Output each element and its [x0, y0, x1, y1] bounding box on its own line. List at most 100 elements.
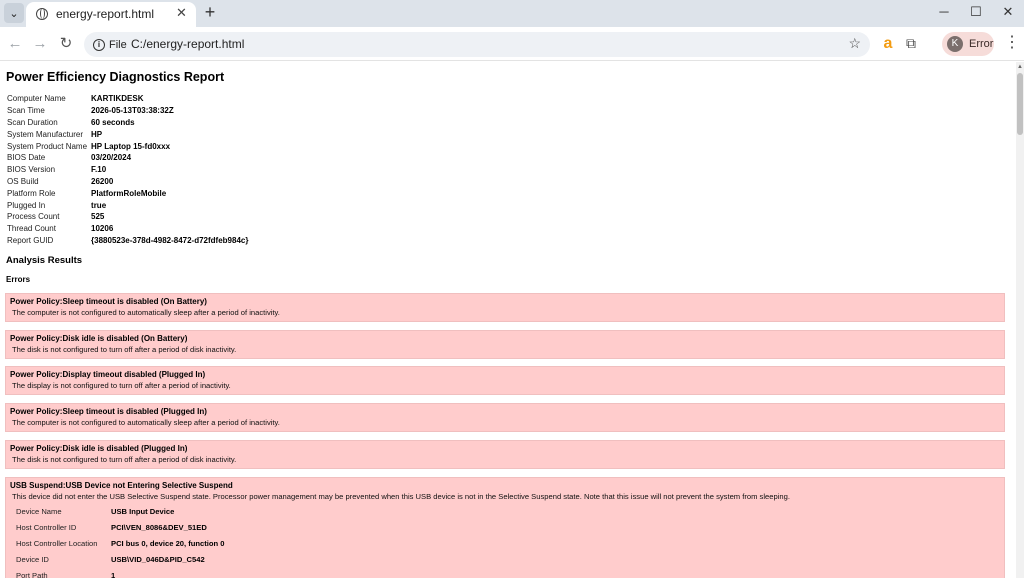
error-title: Power Policy:Sleep timeout is disabled (…: [10, 297, 207, 306]
field-label: BIOS Date: [7, 153, 46, 163]
kebab-menu-icon[interactable]: ⋮: [1004, 35, 1020, 51]
table-row: Device Name USB Input Device: [14, 503, 227, 519]
usb-device-details-table: Device Name USB Input Device Host Controll…: [14, 503, 227, 578]
scrollbar-thumb[interactable]: [1017, 73, 1023, 135]
field-value: PCI bus 0, device 20, function 0: [111, 538, 225, 548]
field-value: 2026-05-13T03:38:32Z: [91, 106, 174, 116]
tab-search-chevron-icon[interactable]: ⌄: [4, 3, 24, 23]
field-value: 26200: [91, 176, 114, 186]
error-description: The display is not configured to turn of…: [12, 381, 231, 390]
table-row: Thread Count 10206: [5, 223, 250, 235]
minimize-icon[interactable]: ─: [929, 4, 959, 19]
field-label: System Product Name: [7, 141, 88, 151]
error-description: This device did not enter the USB Select…: [12, 492, 790, 501]
table-row: System Manufacturer HP: [5, 128, 250, 140]
analysis-heading: Analysis Results: [6, 255, 83, 266]
tab-title: energy-report.html: [56, 7, 155, 21]
url-text[interactable]: C:/energy-report.html: [131, 37, 244, 51]
profile-button[interactable]: K Error: [942, 32, 994, 56]
table-row: BIOS Version F.10: [5, 164, 250, 176]
error-description: The disk is not configured to turn off a…: [12, 345, 237, 354]
error-title: Power Policy:Sleep timeout is disabled (…: [10, 407, 207, 416]
error-item: Power Policy:Sleep timeout is disabled (…: [5, 293, 1005, 322]
error-title: USB Suspend:USB Device not Entering Sele…: [10, 481, 233, 490]
close-window-icon[interactable]: ✕: [993, 4, 1023, 20]
address-bar[interactable]: i File C:/energy-report.html ☆: [84, 32, 870, 57]
maximize-icon[interactable]: ☐: [961, 4, 991, 20]
table-row: OS Build 26200: [5, 176, 250, 188]
table-row: Device ID USB\VID_046D&PID_C542: [14, 551, 227, 567]
back-icon[interactable]: ←: [6, 35, 24, 53]
field-value: 10206: [91, 224, 114, 234]
site-chip-label: File: [109, 38, 127, 51]
field-label: Report GUID: [7, 235, 54, 245]
field-label: Host Controller Location: [16, 538, 98, 548]
table-row: Platform Role PlatformRoleMobile: [5, 187, 250, 199]
field-label: Computer Name: [7, 94, 66, 104]
bookmark-star-icon[interactable]: ☆: [848, 35, 861, 52]
field-label: Plugged In: [7, 200, 46, 210]
table-row: System Product Name HP Laptop 15-fd0xxx: [5, 140, 250, 152]
error-description: The computer is not configured to automa…: [12, 418, 280, 427]
globe-icon: [36, 8, 48, 20]
field-value: true: [91, 200, 107, 210]
field-value: {3880523e-378d-4982-8472-d72fdfeb984c}: [91, 235, 249, 245]
field-value: PlatformRoleMobile: [91, 188, 167, 198]
field-label: Process Count: [7, 212, 60, 222]
table-row: Process Count 525: [5, 211, 250, 223]
field-label: Device ID: [16, 554, 49, 564]
forward-icon[interactable]: →: [31, 35, 49, 53]
table-row: Plugged In true: [5, 199, 250, 211]
reload-icon[interactable]: ↻: [57, 35, 75, 53]
error-title: Power Policy:Display timeout disabled (P…: [10, 370, 206, 379]
page-scrollbar[interactable]: ▲: [1016, 62, 1024, 578]
site-info-chip[interactable]: i File: [89, 35, 133, 54]
field-label: Device Name: [16, 506, 62, 516]
field-value: HP: [91, 129, 103, 139]
errors-heading: Errors: [6, 275, 31, 284]
field-value: KARTIKDESK: [91, 94, 144, 104]
error-title: Power Policy:Disk idle is disabled (On B…: [10, 334, 188, 343]
field-value: 1: [111, 570, 116, 578]
system-info-table: Computer Name KARTIKDESK Scan Time 2026-05-…: [5, 93, 250, 246]
table-row: Scan Time 2026-05-13T03:38:32Z: [5, 105, 250, 117]
field-label: BIOS Version: [7, 165, 56, 175]
profile-label: Error: [969, 38, 994, 50]
table-row: Host Controller Location PCI bus 0, devic…: [14, 535, 227, 551]
table-row: Computer Name KARTIKDESK: [5, 93, 250, 105]
field-label: Thread Count: [7, 224, 56, 234]
error-item: Power Policy:Display timeout disabled (P…: [5, 366, 1005, 395]
field-label: Scan Time: [7, 106, 45, 116]
error-item: Power Policy:Disk idle is disabled (On B…: [5, 330, 1005, 359]
error-item: Power Policy:Disk idle is disabled (Plug…: [5, 440, 1005, 469]
field-label: Port Path: [16, 570, 48, 578]
field-label: Scan Duration: [7, 117, 58, 127]
usb-error-item: USB Suspend:USB Device not Entering Sele…: [5, 477, 1005, 578]
field-label: System Manufacturer: [7, 129, 84, 139]
field-value: 525: [91, 212, 105, 222]
info-icon: i: [93, 38, 105, 51]
tab-strip: ⌄ energy-report.html ✕ + ─ ☐ ✕: [0, 0, 1024, 27]
field-label: OS Build: [7, 176, 39, 186]
tab-energy-report[interactable]: energy-report.html ✕: [26, 2, 196, 27]
avatar: K: [947, 36, 963, 52]
page-title: Power Efficiency Diagnostics Report: [6, 70, 225, 84]
amazon-extension-icon[interactable]: a: [880, 36, 896, 52]
browser-toolbar: ← → ↻ i File C:/energy-report.html ☆: [0, 27, 1024, 61]
scroll-up-icon[interactable]: ▲: [1017, 64, 1023, 70]
error-title: Power Policy:Disk idle is disabled (Plug…: [10, 444, 188, 453]
close-tab-icon[interactable]: ✕: [176, 5, 187, 21]
extensions-puzzle-icon[interactable]: ⧉: [906, 35, 916, 52]
field-value: 60 seconds: [91, 117, 135, 127]
field-value: 03/20/2024: [91, 153, 132, 163]
field-label: Platform Role: [7, 188, 56, 198]
field-value: F.10: [91, 165, 107, 175]
new-tab-button[interactable]: +: [200, 3, 220, 23]
field-label: Host Controller ID: [16, 522, 77, 532]
error-item: Power Policy:Sleep timeout is disabled (…: [5, 403, 1005, 432]
table-row: Host Controller ID PCI\VEN_8086&DEV_51ED: [14, 519, 227, 535]
field-value: PCI\VEN_8086&DEV_51ED: [111, 522, 207, 532]
error-description: The disk is not configured to turn off a…: [12, 455, 237, 464]
table-row: BIOS Date 03/20/2024: [5, 152, 250, 164]
table-row: Report GUID {3880523e-378d-4982-8472-d72f…: [5, 235, 250, 247]
